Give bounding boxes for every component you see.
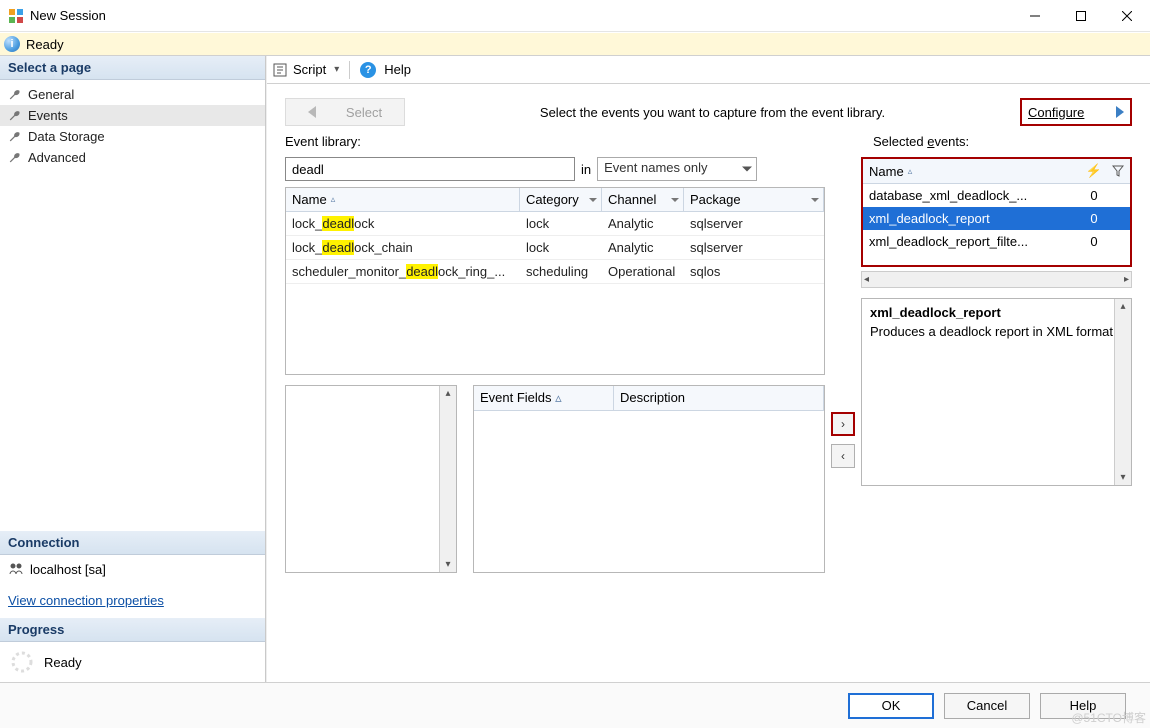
library-column: in Event names only Name▵ Category Chann… (285, 157, 825, 573)
status-text: Ready (26, 37, 64, 52)
library-row[interactable]: scheduler_monitor_deadlock_ring_...sched… (286, 260, 824, 284)
cancel-button[interactable]: Cancel (944, 693, 1030, 719)
top-line: Select Select the events you want to cap… (285, 98, 1132, 126)
progress-text: Ready (44, 655, 82, 670)
scope-value: Event names only (604, 160, 707, 175)
view-connection-properties-link[interactable]: View connection properties (0, 583, 265, 618)
page-label: Data Storage (28, 129, 105, 144)
page-general[interactable]: General (0, 84, 265, 105)
desc-text: Produces a deadlock report in XML format… (870, 324, 1123, 339)
lightning-icon[interactable]: ⚡ (1082, 159, 1106, 183)
page-advanced[interactable]: Advanced (0, 147, 265, 168)
horizontal-scrollbar[interactable]: ◂▸ (861, 271, 1132, 288)
connection-text: localhost [sa] (30, 562, 106, 577)
content-toolbar: Script ▾ ? Help (267, 56, 1150, 84)
page-data-storage[interactable]: Data Storage (0, 126, 265, 147)
wrench-icon (8, 109, 22, 123)
selected-row[interactable]: database_xml_deadlock_...0 (863, 184, 1130, 207)
page-list: General Events Data Storage Advanced (0, 80, 265, 172)
event-fields-grid[interactable]: Event Fields ▵ Description (473, 385, 825, 573)
desc-title: xml_deadlock_report (870, 305, 1123, 320)
status-strip: i Ready (0, 32, 1150, 56)
wrench-icon (8, 151, 22, 165)
chevron-down-icon (742, 167, 752, 172)
select-page-header: Select a page (0, 56, 265, 80)
col-package-header[interactable]: Package (684, 188, 824, 211)
spinner-icon (10, 650, 34, 674)
help-button[interactable]: Help (1040, 693, 1126, 719)
minimize-button[interactable] (1012, 0, 1058, 32)
help-icon: ? (360, 62, 376, 78)
close-button[interactable] (1104, 0, 1150, 32)
selected-row[interactable]: xml_deadlock_report_filte...0 (863, 230, 1130, 253)
configure-label: Configure (1028, 105, 1084, 120)
body: Select a page General Events Data Storag… (0, 56, 1150, 682)
selected-events-label: Selected events: (873, 134, 969, 149)
select-label: Select (346, 105, 382, 120)
selected-events-grid[interactable]: Name▵ ⚡ database_xml_deadlock_...0xml_de… (861, 157, 1132, 267)
page-label: General (28, 87, 74, 102)
col-channel-header[interactable]: Channel (602, 188, 684, 211)
filter-icon[interactable] (1106, 159, 1130, 183)
progress-header: Progress (0, 618, 265, 642)
server-icon (8, 561, 24, 577)
chevron-left-icon: ‹ (841, 449, 845, 463)
vertical-scrollbar[interactable]: ▴▾ (1114, 299, 1131, 485)
wrench-icon (8, 130, 22, 144)
move-buttons: › ‹ (825, 157, 861, 573)
sidebar: Select a page General Events Data Storag… (0, 56, 266, 682)
library-row[interactable]: lock_deadlocklockAnalyticsqlserver (286, 212, 824, 236)
script-dropdown-icon[interactable]: ▾ (334, 64, 339, 75)
content: Script ▾ ? Help Select Select the events… (266, 56, 1150, 682)
sel-name-header[interactable]: Name▵ (863, 159, 1082, 183)
remove-event-button[interactable]: ‹ (831, 444, 855, 468)
triangle-right-icon (1116, 106, 1124, 118)
vertical-scrollbar[interactable]: ▴▾ (439, 386, 456, 572)
selected-column: Name▵ ⚡ database_xml_deadlock_...0xml_de… (861, 157, 1132, 573)
col-name-header[interactable]: Name▵ (286, 188, 520, 211)
page-events[interactable]: Events (0, 105, 265, 126)
in-label: in (581, 162, 591, 177)
script-button[interactable]: Script (293, 62, 326, 77)
event-library-label: Event library: (285, 134, 361, 149)
col-category-header[interactable]: Category (520, 188, 602, 211)
info-icon: i (4, 36, 20, 52)
selected-row[interactable]: xml_deadlock_report0 (863, 207, 1130, 230)
main-area: Select Select the events you want to cap… (267, 84, 1150, 682)
add-event-button[interactable]: › (831, 412, 855, 436)
app-icon (8, 8, 24, 24)
maximize-button[interactable] (1058, 0, 1104, 32)
event-fields-header[interactable]: Event Fields ▵ (474, 386, 614, 410)
search-input[interactable] (285, 157, 575, 181)
dialog-footer: OK Cancel Help @51CTO博客 (0, 682, 1150, 728)
category-list-panel[interactable]: ▴▾ (285, 385, 457, 573)
toolbar-separator (349, 61, 350, 79)
progress-row: Ready (0, 642, 265, 682)
wrench-icon (8, 88, 22, 102)
ok-button[interactable]: OK (848, 693, 934, 719)
scope-combo[interactable]: Event names only (597, 157, 757, 181)
chevron-right-icon: › (841, 417, 845, 431)
page-label: Events (28, 108, 68, 123)
window-title: New Session (30, 8, 1012, 23)
title-bar: New Session (0, 0, 1150, 32)
description-pane: xml_deadlock_report Produces a deadlock … (861, 298, 1132, 486)
library-grid[interactable]: Name▵ Category Channel Package lock_dead… (285, 187, 825, 375)
page-label: Advanced (28, 150, 86, 165)
select-back-button[interactable]: Select (285, 98, 405, 126)
connection-header: Connection (0, 531, 265, 555)
help-button[interactable]: Help (384, 62, 411, 77)
script-icon (273, 63, 287, 77)
triangle-left-icon (308, 106, 316, 118)
configure-button[interactable]: Configure (1020, 98, 1132, 126)
connection-item: localhost [sa] (0, 555, 265, 583)
prompt-text: Select the events you want to capture fr… (421, 105, 1004, 120)
library-row[interactable]: lock_deadlock_chainlockAnalyticsqlserver (286, 236, 824, 260)
description-header[interactable]: Description (614, 386, 824, 410)
